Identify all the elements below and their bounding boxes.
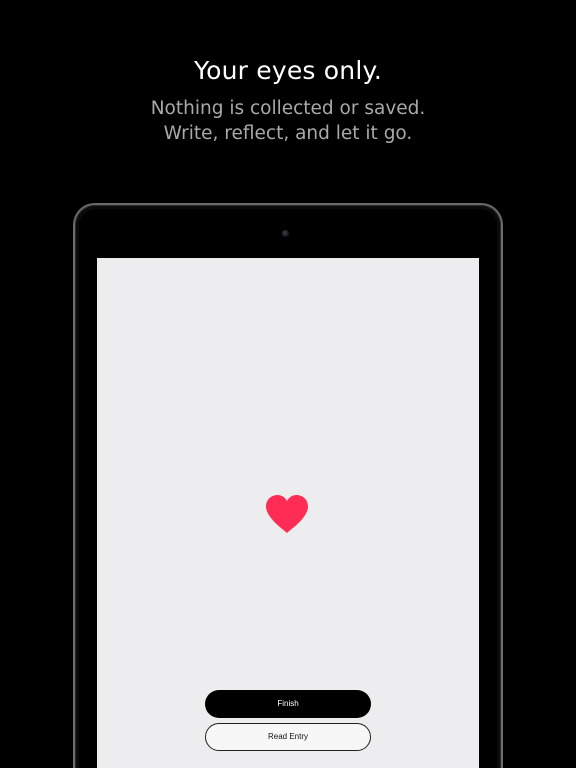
finish-button[interactable]: Finish [205, 690, 371, 718]
promo-headline: Your eyes only. [193, 56, 383, 85]
app-screen: Finish Read Entry [97, 258, 479, 768]
promo-subline-1: Nothing is collected or saved. [150, 98, 426, 119]
promo-subline-2: Write, reflect, and let it go. [163, 123, 413, 144]
heart-shape [266, 495, 308, 533]
read-entry-button[interactable]: Read Entry [205, 723, 371, 751]
front-camera [282, 230, 289, 237]
heart-icon [266, 495, 308, 533]
promo-page: Your eyes only. Nothing is collected or … [0, 0, 576, 768]
